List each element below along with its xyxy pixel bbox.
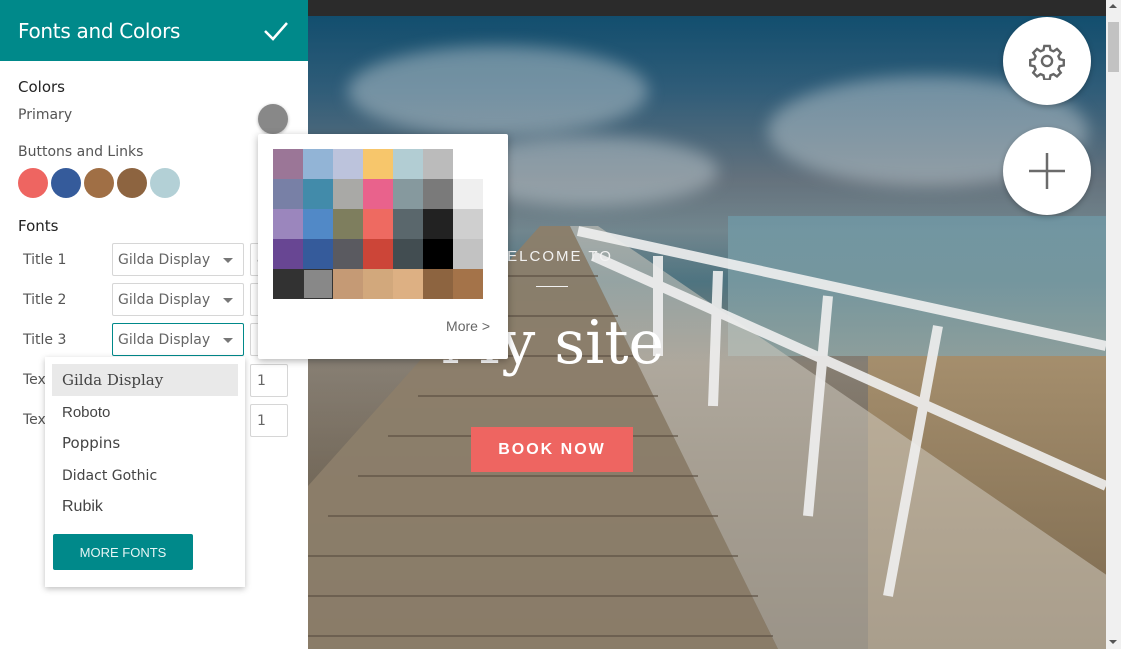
font-option-didact-gothic[interactable]: Didact Gothic: [52, 460, 238, 492]
title-2-font-select[interactable]: Gilda Display: [112, 283, 244, 316]
book-now-button[interactable]: BOOK NOW: [471, 427, 633, 472]
title-1-font-value: Gilda Display: [118, 251, 211, 268]
gear-icon: [1029, 44, 1065, 80]
colors-heading: Colors: [18, 78, 65, 96]
palette-color-cell[interactable]: [273, 239, 303, 269]
buttons-links-swatches: [18, 168, 180, 198]
palette-color-cell[interactable]: [303, 209, 333, 239]
palette-color-cell[interactable]: [393, 209, 423, 239]
title-1-label: Title 1: [23, 252, 67, 268]
palette-color-cell[interactable]: [363, 239, 393, 269]
color-palette-popover: More >: [258, 134, 508, 359]
font-option-poppins[interactable]: Poppins: [52, 427, 238, 459]
palette-color-cell[interactable]: [303, 269, 333, 299]
scrollbar-thumb[interactable]: [1108, 22, 1119, 72]
font-option-roboto[interactable]: Roboto: [52, 396, 238, 428]
add-button[interactable]: [1003, 127, 1091, 215]
font-option-gilda-display[interactable]: Gilda Display: [52, 364, 238, 396]
scroll-down-arrow-icon[interactable]: [1109, 640, 1117, 644]
panel-header: Fonts and Colors: [0, 0, 308, 61]
palette-color-cell[interactable]: [273, 179, 303, 209]
palette-color-cell[interactable]: [303, 179, 333, 209]
text-2-size-input[interactable]: 1: [250, 404, 288, 437]
palette-color-cell[interactable]: [423, 239, 453, 269]
scrollbar[interactable]: [1106, 0, 1121, 649]
palette-color-cell[interactable]: [333, 269, 363, 299]
fonts-heading: Fonts: [18, 217, 59, 235]
scroll-up-arrow-icon[interactable]: [1109, 4, 1117, 8]
palette-color-cell[interactable]: [423, 179, 453, 209]
palette-color-cell[interactable]: [363, 269, 393, 299]
title-2-label: Title 2: [23, 292, 67, 308]
buttons-links-label: Buttons and Links: [18, 144, 144, 160]
palette-empty-cell: [453, 149, 483, 179]
check-icon[interactable]: [262, 17, 290, 45]
palette-color-cell[interactable]: [393, 149, 423, 179]
plus-icon: [1029, 153, 1065, 189]
palette-grid: [273, 149, 483, 299]
palette-color-cell[interactable]: [453, 209, 483, 239]
editor-window: WELCOME TO My site BOOK NOW Fonts and Co…: [0, 0, 1121, 649]
title-3-label: Title 3: [23, 332, 67, 348]
title-3-font-value: Gilda Display: [118, 331, 211, 348]
button-color-swatch[interactable]: [51, 168, 81, 198]
title-3-font-select[interactable]: Gilda Display: [112, 323, 244, 356]
primary-label: Primary: [18, 107, 73, 123]
palette-color-cell[interactable]: [393, 239, 423, 269]
palette-color-cell[interactable]: [363, 179, 393, 209]
button-color-swatch[interactable]: [150, 168, 180, 198]
chevron-down-icon: [223, 338, 233, 343]
palette-color-cell[interactable]: [303, 239, 333, 269]
palette-color-cell[interactable]: [273, 269, 303, 299]
button-color-swatch[interactable]: [84, 168, 114, 198]
palette-color-cell[interactable]: [273, 149, 303, 179]
text-1-size-input[interactable]: 1: [250, 364, 288, 397]
palette-color-cell[interactable]: [333, 239, 363, 269]
palette-color-cell[interactable]: [273, 209, 303, 239]
palette-color-cell[interactable]: [423, 269, 453, 299]
title-2-font-value: Gilda Display: [118, 291, 211, 308]
primary-color-swatch[interactable]: [258, 104, 288, 134]
welcome-divider: [536, 286, 568, 287]
palette-color-cell[interactable]: [453, 269, 483, 299]
font-dropdown-menu: Gilda Display Roboto Poppins Didact Goth…: [45, 357, 245, 587]
palette-color-cell[interactable]: [363, 209, 393, 239]
button-color-swatch[interactable]: [18, 168, 48, 198]
palette-color-cell[interactable]: [393, 179, 423, 209]
palette-color-cell[interactable]: [453, 239, 483, 269]
panel-title: Fonts and Colors: [18, 18, 181, 43]
settings-button[interactable]: [1003, 17, 1091, 105]
title-1-font-select[interactable]: Gilda Display: [112, 243, 244, 276]
palette-color-cell[interactable]: [333, 209, 363, 239]
palette-more-link[interactable]: More >: [446, 318, 490, 334]
palette-color-cell[interactable]: [333, 179, 363, 209]
top-bar: [308, 0, 1106, 16]
palette-color-cell[interactable]: [453, 179, 483, 209]
palette-color-cell[interactable]: [423, 149, 453, 179]
button-color-swatch[interactable]: [117, 168, 147, 198]
font-option-rubik[interactable]: Rubik: [52, 491, 238, 523]
palette-color-cell[interactable]: [363, 149, 393, 179]
chevron-down-icon: [223, 298, 233, 303]
palette-color-cell[interactable]: [393, 269, 423, 299]
more-fonts-button[interactable]: MORE FONTS: [53, 534, 193, 570]
palette-color-cell[interactable]: [303, 149, 333, 179]
palette-color-cell[interactable]: [423, 209, 453, 239]
palette-color-cell[interactable]: [333, 149, 363, 179]
chevron-down-icon: [223, 258, 233, 263]
